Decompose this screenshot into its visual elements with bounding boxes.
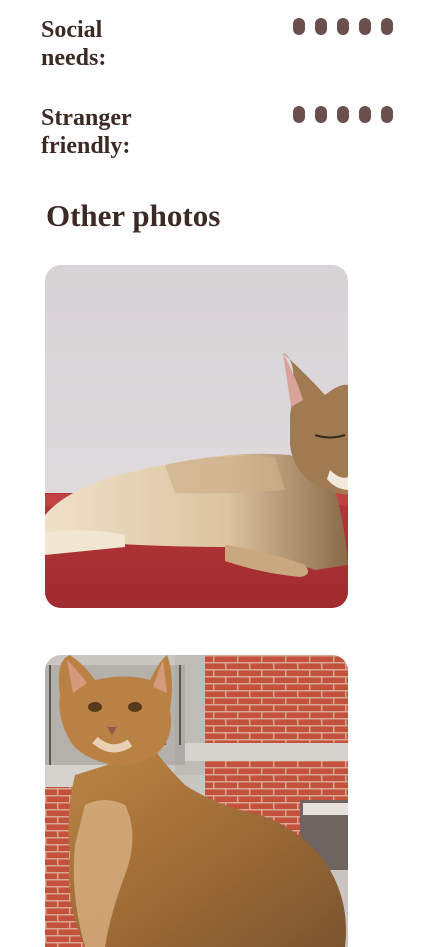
trait-label: Stranger friendly:	[41, 104, 171, 160]
cat-sitting-photo	[45, 655, 348, 947]
rating-dot	[337, 106, 349, 123]
photo-card-2[interactable]	[45, 655, 348, 947]
rating-dot	[359, 106, 371, 123]
rating-dot	[359, 18, 371, 35]
section-title-other-photos: Other photos	[46, 198, 221, 233]
trait-label-line1: Social	[41, 17, 103, 43]
trait-label-line2: needs:	[41, 45, 107, 71]
rating-dot	[381, 106, 393, 123]
rating-dot	[381, 18, 393, 35]
trait-label-line2: friendly:	[41, 133, 131, 159]
rating-dot	[315, 18, 327, 35]
rating-dot	[293, 18, 305, 35]
cat-lying-photo	[45, 265, 348, 608]
rating-dots	[293, 18, 393, 36]
trait-row-stranger-friendly: Stranger friendly:	[41, 104, 393, 160]
rating-dot	[315, 106, 327, 123]
rating-dot	[337, 18, 349, 35]
trait-row-social-needs: Social needs:	[41, 16, 393, 72]
photo-card-1[interactable]	[45, 265, 348, 608]
rating-dots	[293, 106, 393, 124]
trait-label-line1: Stranger	[41, 105, 132, 131]
trait-label: Social needs:	[41, 16, 171, 72]
rating-dot	[293, 106, 305, 123]
